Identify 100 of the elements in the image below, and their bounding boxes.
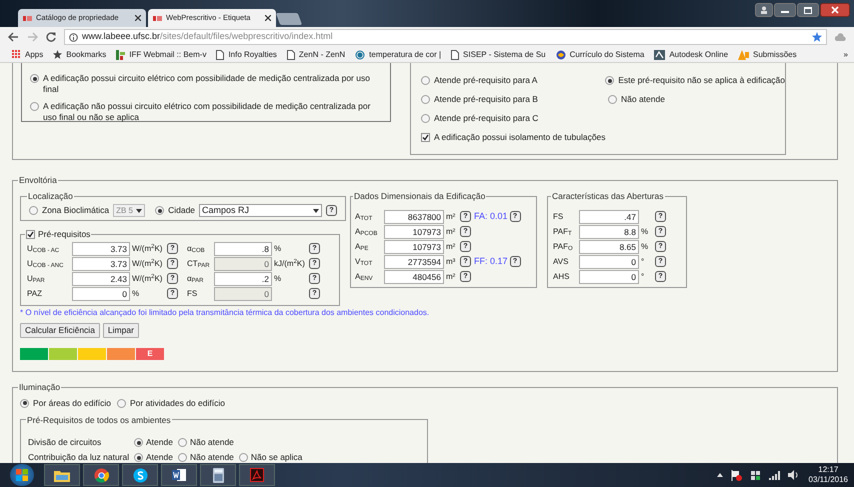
radio-button[interactable] xyxy=(30,102,39,111)
action-button[interactable]: Limpar xyxy=(102,322,139,338)
unit-label: m² xyxy=(446,240,456,252)
field-label: U$_{COB - ANC}$ xyxy=(27,258,64,270)
bookmark-label: temperatura de cor | xyxy=(369,48,442,60)
number-field[interactable]: 8.65 xyxy=(579,240,639,254)
bookmark-item[interactable]: ZenN - ZenN xyxy=(286,48,346,60)
star-icon[interactable] xyxy=(812,32,822,42)
number-field[interactable]: 0 xyxy=(579,254,639,268)
unit-label: % xyxy=(132,288,140,298)
number-field[interactable]: 8.8 xyxy=(579,224,639,238)
radio-label: Não atende xyxy=(190,436,234,450)
field-label: U$_{PAR}$ xyxy=(27,272,46,284)
folder-icon[interactable] xyxy=(44,464,80,486)
caret-icon xyxy=(313,208,320,212)
bookmark-item[interactable]: Autodesk Online xyxy=(654,48,728,60)
bookmark-item[interactable]: Bookmarks xyxy=(53,48,106,60)
address-field[interactable]: www.labeee.ufsc.br/sites/default/files/webprescritivo/index.html xyxy=(64,29,827,45)
factor-value: FF: 0.17 xyxy=(474,254,508,268)
flag-icon[interactable] xyxy=(730,470,742,480)
bookmark-item[interactable]: Info Royalties xyxy=(216,48,277,60)
clock[interactable]: 12:17 03/11/2016 xyxy=(808,465,848,485)
chrome-icon[interactable] xyxy=(83,464,119,486)
number-field[interactable]: 8637800 xyxy=(384,210,444,224)
chat-app-icon[interactable] xyxy=(122,464,158,486)
number-field[interactable]: 3.73 xyxy=(72,256,130,270)
back-arrow-icon[interactable] xyxy=(8,32,19,42)
number-field[interactable]: 0 xyxy=(72,286,130,300)
radio-button[interactable] xyxy=(30,74,39,83)
number-field[interactable]: .2 xyxy=(214,272,272,286)
bookmark-item[interactable]: Apps xyxy=(12,48,44,60)
caret-up-icon[interactable] xyxy=(716,473,723,477)
radio-button[interactable] xyxy=(605,76,614,85)
bookmark-label: Submissões xyxy=(753,48,797,60)
radio-label: Cidade xyxy=(168,204,196,217)
start-button[interactable] xyxy=(10,464,34,486)
bookmark-item[interactable]: temperatura de cor | xyxy=(355,48,442,60)
radio-button[interactable] xyxy=(178,453,187,462)
unit-label: W/(m$^{2}$K) xyxy=(132,258,162,268)
checkbox[interactable] xyxy=(421,133,430,142)
radio-label: A edificação possui circuito elétrico com possibilidade de medição centralizada por uso final xyxy=(43,73,371,95)
more-bookmarks-button[interactable]: » xyxy=(844,48,848,60)
field-label: FS xyxy=(187,288,198,300)
option-label: Este pré-requisito não se aplica à edificação xyxy=(618,74,785,87)
bookmark-item[interactable]: Submissões xyxy=(738,48,797,60)
minimize-button[interactable] xyxy=(774,3,796,17)
number-field[interactable]: .8 xyxy=(214,242,272,256)
bookmark-item[interactable]: Currículo do Sistema xyxy=(556,48,644,60)
radio-button[interactable] xyxy=(238,453,248,462)
close-icon[interactable] xyxy=(135,15,141,21)
account-button[interactable] xyxy=(755,3,773,17)
unit-label: % xyxy=(641,226,648,236)
radio-button[interactable] xyxy=(421,95,430,104)
calculator-icon[interactable] xyxy=(200,464,236,486)
number-field[interactable]: 480456 xyxy=(384,270,444,284)
reload-icon[interactable] xyxy=(46,32,56,42)
document-app-icon[interactable] xyxy=(161,464,197,486)
field-label: AVS xyxy=(553,256,570,268)
person-icon xyxy=(760,6,768,14)
new-tab-button[interactable] xyxy=(276,13,302,25)
option-label: Não atende xyxy=(621,93,665,106)
number-field[interactable]: 2773594 xyxy=(384,254,444,268)
page-icon xyxy=(286,50,295,60)
radio-button[interactable] xyxy=(421,76,430,85)
radio-button[interactable] xyxy=(134,453,143,462)
pdf-app-icon[interactable] xyxy=(239,464,275,486)
row-label: Contribuição da luz natural xyxy=(28,451,130,463)
section-title: Características das Aberturas xyxy=(551,190,664,202)
radio-label: Atende xyxy=(146,436,173,450)
radio-button[interactable] xyxy=(20,398,29,408)
radio-button[interactable] xyxy=(178,438,187,448)
number-field[interactable]: 0 xyxy=(579,270,639,284)
network-icon[interactable] xyxy=(750,470,761,480)
unit-label: % xyxy=(641,242,648,250)
number-field[interactable]: 3.73 xyxy=(72,242,130,256)
field-label: PAZ xyxy=(27,288,43,300)
page-icon xyxy=(451,50,460,60)
number-field[interactable]: 107973 xyxy=(384,240,444,254)
city-select[interactable]: Campos RJ xyxy=(199,204,322,217)
number-field[interactable]: .47 xyxy=(579,210,639,224)
option-label: Atende pré-requisito para C xyxy=(434,112,538,125)
number-field[interactable]: 107973 xyxy=(384,224,444,238)
page-icon xyxy=(216,50,224,60)
radio-button[interactable] xyxy=(134,438,143,448)
unit-label: % xyxy=(274,274,282,282)
radio-button[interactable] xyxy=(608,95,617,104)
radio-button[interactable] xyxy=(155,206,164,215)
number-field[interactable]: 2.43 xyxy=(72,272,130,286)
close-button[interactable] xyxy=(820,3,850,17)
radio-button[interactable] xyxy=(421,114,430,123)
radio-button[interactable] xyxy=(116,398,126,408)
signal-icon[interactable] xyxy=(768,470,780,480)
checkbox[interactable] xyxy=(26,230,35,239)
bookmark-label: Bookmarks xyxy=(66,48,106,60)
speaker-icon[interactable] xyxy=(788,470,799,480)
close-icon[interactable] xyxy=(265,15,271,21)
unit-label: ° xyxy=(641,256,644,266)
maximize-button[interactable] xyxy=(797,3,819,17)
action-button[interactable]: Calcular Eficiência xyxy=(20,322,100,338)
star-icon xyxy=(53,50,62,59)
